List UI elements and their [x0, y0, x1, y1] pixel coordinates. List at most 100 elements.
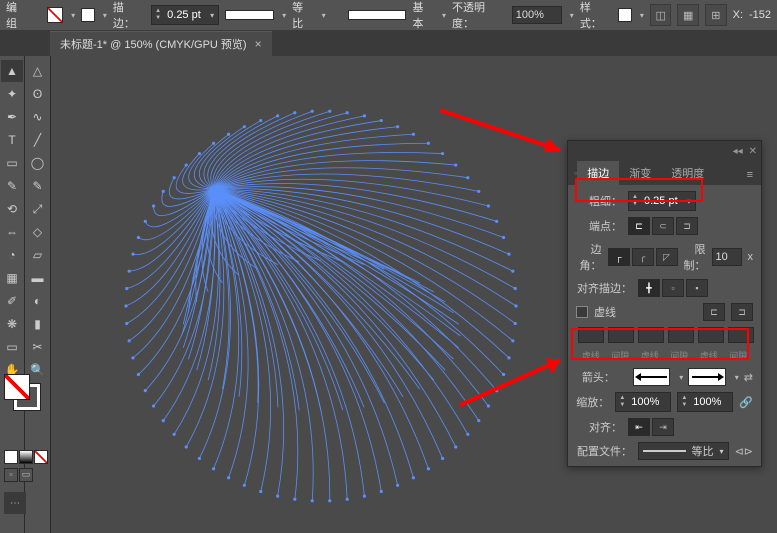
close-icon[interactable]: × — [255, 37, 262, 51]
stroke-weight-field[interactable] — [164, 9, 206, 21]
width-tool[interactable]: ⇔ — [1, 221, 23, 243]
profile-dropdown[interactable]: 等比 ▾ — [638, 442, 729, 460]
none-mode-icon[interactable] — [34, 450, 48, 464]
dash-align-button[interactable]: ⊏ — [703, 303, 725, 321]
basic-label: 基本 — [412, 0, 434, 31]
tab-transparency[interactable]: 透明度 — [661, 161, 714, 185]
close-icon[interactable]: ✕ — [749, 146, 757, 157]
chevron-down-icon[interactable]: ▾ — [442, 11, 446, 20]
profile-label: 配置文件： — [576, 443, 632, 459]
scale-tool[interactable]: ⤢ — [27, 198, 49, 220]
style-swatch[interactable] — [618, 8, 632, 22]
limit-input[interactable] — [712, 248, 742, 266]
fill-swatch[interactable] — [47, 7, 63, 23]
shape-builder-tool[interactable]: ◔ — [1, 244, 23, 266]
dash-align-button[interactable]: ⊐ — [731, 303, 753, 321]
chevron-down-icon[interactable]: ▾ — [322, 11, 326, 20]
dash-field[interactable] — [578, 327, 604, 343]
chevron-down-icon[interactable]: ▾ — [570, 11, 574, 20]
lasso-tool[interactable]: ʘ — [27, 83, 49, 105]
arrow-align-button[interactable]: ⇤ — [628, 418, 650, 436]
panel-menu-icon[interactable]: ≡ — [739, 165, 761, 185]
document-tab[interactable]: 未标题-1* @ 150% (CMYK/GPU 预览) × — [50, 31, 272, 56]
align-center-button[interactable]: ╋ — [638, 279, 660, 297]
gap-field[interactable] — [608, 327, 634, 343]
dashed-checkbox[interactable] — [576, 306, 588, 318]
arrow-align-button[interactable]: ⇥ — [652, 418, 674, 436]
blend-tool[interactable]: ◐ — [27, 290, 49, 312]
rotate-tool[interactable]: ⟲ — [1, 198, 23, 220]
align-icon[interactable]: ◫ — [650, 4, 672, 26]
cap-row: 端点： ⊏ ⊂ ⊐ — [576, 217, 753, 235]
magic-wand-tool[interactable]: ✦ — [1, 83, 23, 105]
line-tool[interactable]: ╱ — [27, 129, 49, 151]
gradient-mode-icon[interactable] — [19, 450, 33, 464]
weight-field[interactable] — [641, 195, 683, 207]
stroke-swatch[interactable] — [81, 8, 95, 22]
dash-field[interactable] — [698, 327, 724, 343]
direct-selection-tool[interactable]: △ — [27, 60, 49, 82]
arrow-end-dropdown[interactable] — [688, 368, 725, 386]
cap-butt-button[interactable]: ⊏ — [628, 217, 650, 235]
symbol-tool[interactable]: ❋ — [1, 313, 23, 335]
mesh-tool[interactable]: ▦ — [1, 267, 23, 289]
brush-preview[interactable] — [348, 10, 407, 20]
gap-field[interactable] — [668, 327, 694, 343]
free-transform-tool[interactable]: ◇ — [27, 221, 49, 243]
screen-mode-icon[interactable]: ▭ — [19, 468, 33, 482]
type-tool[interactable]: T — [1, 129, 23, 151]
tab-stroke[interactable]: 描边 — [577, 161, 619, 185]
dashed-row: 虚线 ⊏ ⊐ — [576, 303, 753, 321]
perspective-tool[interactable]: ▱ — [27, 244, 49, 266]
chevron-down-icon[interactable]: ▾ — [103, 11, 107, 20]
chevron-down-icon[interactable]: ▾ — [71, 11, 75, 20]
screen-mode-icon[interactable]: ▫ — [4, 468, 18, 482]
pencil-tool[interactable]: ✎ — [27, 175, 49, 197]
chevron-down-icon[interactable]: ▾ — [282, 11, 286, 20]
gap-field[interactable] — [728, 327, 754, 343]
collapse-icon[interactable]: ◂◂ — [733, 146, 743, 157]
dash-headers: 虚线间隙 虚线间隙 虚线间隙 — [576, 349, 753, 362]
arrow-start-dropdown[interactable] — [633, 368, 670, 386]
eyedropper-tool[interactable]: ✐ — [1, 290, 23, 312]
grid-icon[interactable]: ▦ — [677, 4, 699, 26]
curvature-tool[interactable]: ∿ — [27, 106, 49, 128]
ellipse-tool[interactable]: ◯ — [27, 152, 49, 174]
fill-indicator[interactable] — [4, 374, 30, 400]
opacity-input[interactable] — [512, 6, 562, 24]
stroke-weight-input[interactable]: ▲▼ ▾ — [151, 5, 219, 25]
tab-gradient[interactable]: 渐变 — [619, 161, 661, 185]
transform-icon[interactable]: ⊞ — [705, 4, 727, 26]
cap-round-button[interactable]: ⊂ — [652, 217, 674, 235]
rectangle-tool[interactable]: ▭ — [1, 152, 23, 174]
corner-miter-button[interactable]: ┌ — [608, 248, 630, 266]
align-inside-button[interactable]: ▫ — [662, 279, 684, 297]
align-outside-button[interactable]: ▪ — [686, 279, 708, 297]
edit-toolbar-icon[interactable]: ⋯ — [4, 492, 26, 514]
scale-field[interactable] — [690, 396, 732, 408]
brush-tool[interactable]: ✎ — [1, 175, 23, 197]
flip-icon[interactable]: ⊲⊳ — [735, 445, 753, 458]
color-mode-icon[interactable] — [4, 450, 18, 464]
graph-tool[interactable]: ▮ — [27, 313, 49, 335]
panel-header[interactable]: ◂◂ ✕ — [568, 141, 761, 161]
corner-bevel-button[interactable]: ◸ — [656, 248, 678, 266]
slice-tool[interactable]: ✂ — [27, 336, 49, 358]
link-icon[interactable]: 🔗 — [739, 396, 753, 409]
scale-field[interactable] — [628, 396, 670, 408]
gradient-tool[interactable]: ▬ — [27, 267, 49, 289]
dash-field[interactable] — [638, 327, 664, 343]
pen-tool[interactable]: ✒ — [1, 106, 23, 128]
scale-end-input[interactable]: ▲▼ — [677, 392, 733, 412]
chevron-down-icon[interactable]: ▾ — [640, 11, 644, 20]
weight-input[interactable]: ▲▼ ▾ — [628, 191, 696, 211]
cap-projecting-button[interactable]: ⊐ — [676, 217, 698, 235]
fill-stroke-indicator[interactable]: ▫ ▭ ⋯ — [4, 370, 48, 514]
swap-icon[interactable]: ⇄ — [744, 371, 753, 384]
scale-start-input[interactable]: ▲▼ — [615, 392, 671, 412]
selection-tool[interactable]: ▲ — [1, 60, 23, 82]
stroke-style-preview[interactable] — [225, 10, 274, 20]
corner-round-button[interactable]: ╭ — [632, 248, 654, 266]
x-coord-label: X: — [733, 9, 743, 21]
artboard-tool[interactable]: ▭ — [1, 336, 23, 358]
